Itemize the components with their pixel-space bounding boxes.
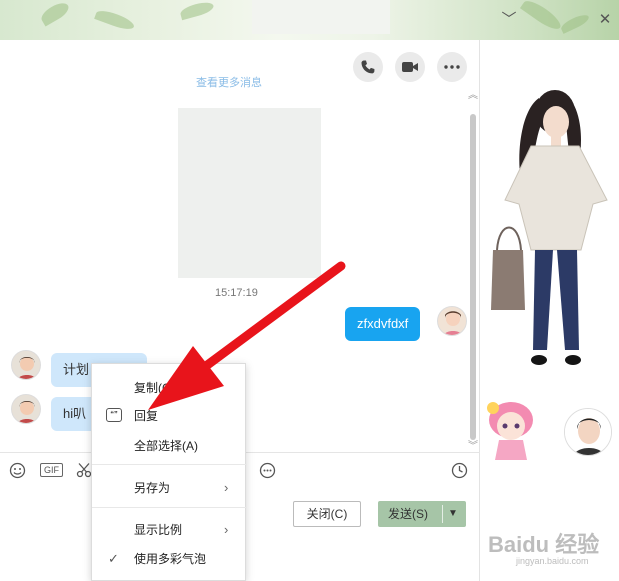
- more-icon: [259, 462, 276, 478]
- avatar-photo: [12, 351, 40, 379]
- send-button-divider: [442, 505, 443, 523]
- chevron-right-icon: ›: [224, 480, 229, 495]
- watermark-url: jingyan.baidu.com: [516, 556, 589, 566]
- image-message[interactable]: [178, 108, 321, 278]
- contact-show-figure: [491, 90, 608, 365]
- my-avatar[interactable]: [437, 306, 467, 336]
- avatar-photo: [565, 409, 611, 455]
- my-show-figure: [487, 402, 533, 460]
- message-timestamp: 15:17:19: [215, 287, 258, 299]
- avatar-photo: [438, 307, 466, 335]
- chevron-down-icon: ﹀: [501, 11, 517, 28]
- bamboo-leaf-decoration: [38, 0, 72, 27]
- emoji-button[interactable]: [9, 461, 26, 479]
- more-icon: [444, 65, 460, 69]
- scissors-icon: [76, 463, 92, 478]
- avatar-photo: [12, 395, 40, 423]
- bamboo-leaf-decoration: [179, 0, 215, 21]
- phone-icon: [361, 60, 375, 74]
- watermark: Baidu 经验: [488, 532, 600, 557]
- window-titlebar: ﹀ ✕: [0, 0, 619, 40]
- contact-avatar[interactable]: [11, 350, 41, 380]
- send-button[interactable]: 发送(S) ▼: [378, 501, 466, 527]
- voice-call-button[interactable]: [353, 52, 383, 82]
- close-window-button[interactable]: ✕: [594, 9, 616, 31]
- view-more-messages-link[interactable]: 查看更多消息: [196, 74, 262, 90]
- gif-button[interactable]: GIF: [40, 463, 63, 477]
- message-bubble-outgoing[interactable]: zfxdvfdxf: [345, 307, 421, 341]
- menu-separator: [92, 464, 247, 465]
- contact-profile-avatar[interactable]: [564, 408, 612, 456]
- menu-item-zoom[interactable]: 显示比例 ›: [92, 517, 247, 543]
- chevron-right-icon: ›: [224, 522, 229, 537]
- chevron-down-icon[interactable]: ▼: [448, 501, 458, 527]
- context-menu: 复制(C) ❝❞ 回复 全部选择(A) 另存为 › 显示比例 › ✓ 使用多彩气…: [91, 363, 247, 581]
- menu-item-copy[interactable]: 复制(C): [92, 375, 247, 401]
- reply-icon: ❝❞: [106, 408, 122, 422]
- profile-show-panel: [481, 40, 619, 581]
- scroll-down-arrow[interactable]: ︾: [468, 437, 478, 452]
- close-icon: ✕: [598, 11, 612, 28]
- close-button[interactable]: 关闭(C): [293, 501, 361, 527]
- title-area: [252, 0, 390, 34]
- send-button-label: 发送(S): [388, 507, 428, 521]
- check-icon: ✓: [108, 551, 119, 566]
- menu-separator: [92, 507, 247, 508]
- bamboo-leaf-decoration: [559, 12, 591, 34]
- menu-item-reply[interactable]: ❝❞ 回复: [92, 403, 247, 429]
- menu-item-select-all[interactable]: 全部选择(A): [92, 433, 247, 459]
- bamboo-leaf-decoration: [519, 0, 565, 34]
- bamboo-leaf-decoration: [94, 7, 136, 33]
- minimize-button[interactable]: ﹀: [498, 9, 520, 31]
- emoji-icon: [9, 462, 26, 478]
- clock-icon: [451, 462, 468, 478]
- scrollbar-thumb[interactable]: [470, 114, 476, 440]
- message-history-button[interactable]: [451, 461, 468, 479]
- menu-item-save-as[interactable]: 另存为 ›: [92, 475, 247, 501]
- menu-item-colorful-bubbles[interactable]: ✓ 使用多彩气泡: [92, 546, 247, 572]
- video-icon: [402, 62, 418, 72]
- scroll-up-arrow[interactable]: ︽: [468, 86, 478, 101]
- screenshot-button[interactable]: [76, 461, 92, 479]
- video-call-button[interactable]: [395, 52, 425, 82]
- more-options-button[interactable]: [437, 52, 467, 82]
- contact-avatar[interactable]: [11, 394, 41, 424]
- more-tools-button[interactable]: [259, 461, 276, 479]
